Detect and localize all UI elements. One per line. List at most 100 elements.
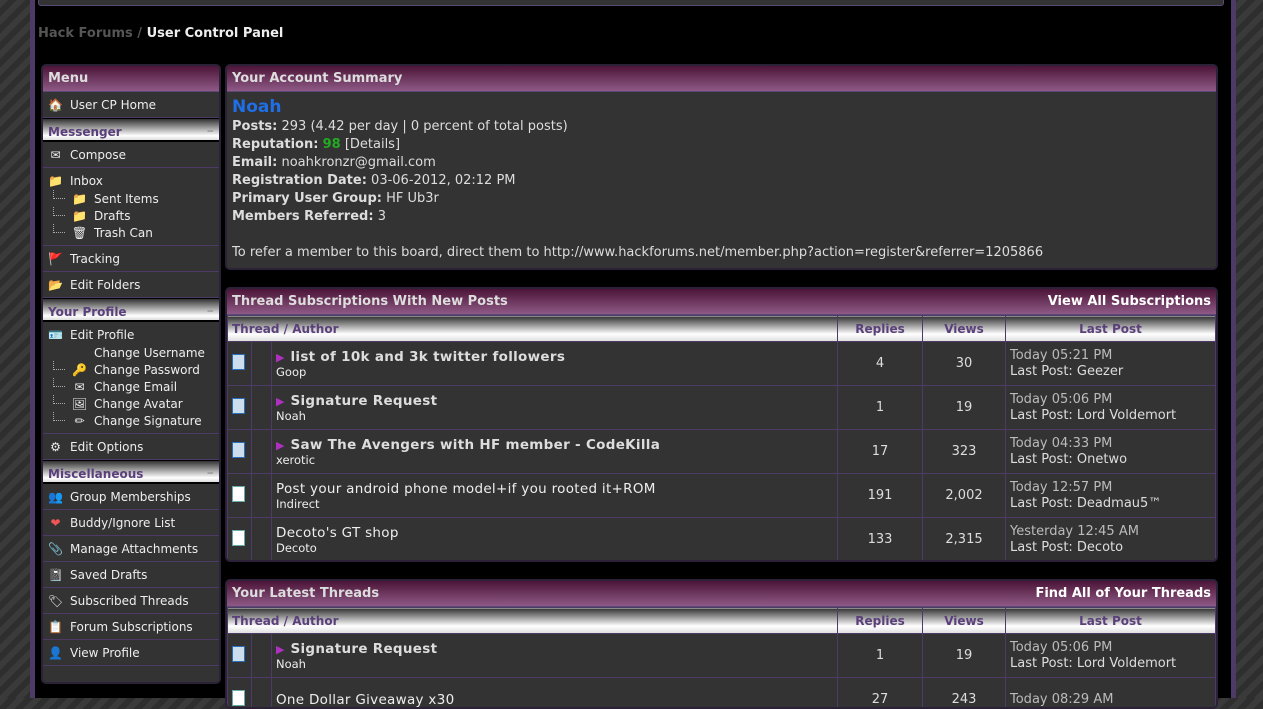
sidebar-item-edit-options[interactable]: ⚙Edit Options: [43, 434, 219, 460]
user-icon: 👤: [47, 645, 64, 660]
sidebar-item-manage-attachments[interactable]: 📎Manage Attachments: [43, 536, 219, 562]
sidebar-item-change-username[interactable]: Change Username: [43, 344, 219, 361]
column-replies[interactable]: Replies: [838, 608, 923, 634]
reputation-details-link[interactable]: [Details]: [345, 137, 400, 152]
sidebar-item-buddy-list[interactable]: ❤Buddy/Ignore List: [43, 510, 219, 536]
column-thread-author[interactable]: Thread / Author: [228, 316, 838, 342]
last-post-author[interactable]: Last Post: Deadmau5™: [1010, 496, 1215, 512]
views-count: 30: [923, 342, 1006, 386]
column-last-post[interactable]: Last Post: [1006, 608, 1216, 634]
thread-status-icon: [232, 486, 245, 502]
replies-count[interactable]: 1: [838, 634, 923, 678]
sidebar-item-edit-profile[interactable]: 🪪Edit Profile: [43, 326, 219, 344]
views-count: 243: [923, 678, 1006, 709]
find-all-threads-link[interactable]: Find All of Your Threads: [1035, 581, 1211, 606]
folder-icon: 📂: [47, 277, 64, 292]
thread-row: ▶Signature RequestNoah119Today 05:06 PML…: [228, 634, 1216, 678]
thread-title-link[interactable]: Post your android phone model+if you roo…: [276, 481, 656, 497]
sidebar-item-view-profile[interactable]: 👤View Profile: [43, 640, 219, 666]
latest-threads-table: Thread / AuthorRepliesViewsLast Post ▶ Sig…: [227, 607, 1216, 709]
new-post-arrow-icon[interactable]: ▶: [276, 351, 284, 364]
last-post-time: Today 05:06 PM: [1010, 640, 1215, 656]
last-post-time: Today 05:21 PM: [1010, 348, 1215, 364]
last-post-time: Today 12:57 PM: [1010, 480, 1215, 496]
new-post-arrow-icon[interactable]: ▶: [276, 439, 284, 452]
registration-line: Registration Date: 03-06-2012, 02:12 PM: [232, 172, 1211, 190]
replies-count[interactable]: 133: [838, 518, 923, 562]
sidebar-item-change-password[interactable]: 🔑Change Password: [43, 361, 219, 378]
id-card-icon: 🪪: [47, 328, 64, 343]
thread-author-link[interactable]: Decoto: [276, 541, 837, 555]
last-post-author[interactable]: Last Post: Onetwo: [1010, 452, 1215, 468]
replies-count[interactable]: 4: [838, 342, 923, 386]
breadcrumb-current: User Control Panel: [147, 26, 284, 41]
profile-header: Your Profile−: [43, 298, 219, 322]
breadcrumb-root[interactable]: Hack Forums: [38, 26, 133, 41]
replies-count[interactable]: 27: [838, 678, 923, 709]
sidebar-item-edit-folders[interactable]: 📂Edit Folders: [43, 272, 219, 298]
new-post-arrow-icon[interactable]: ▶: [276, 643, 284, 656]
last-post-time: Yesterday 12:45 AM: [1010, 524, 1215, 540]
sidebar-item-inbox[interactable]: 📁Inbox: [43, 172, 219, 190]
thread-row: ▶ Signature RequestNoah119Today 05:06 PML…: [228, 386, 1216, 430]
latest-threads-title: Your Latest ThreadsFind All of Your Thre…: [227, 581, 1216, 607]
sidebar-item-change-signature[interactable]: ✏Change Signature: [43, 412, 219, 429]
sidebar-item-change-avatar[interactable]: 🖼Change Avatar: [43, 395, 219, 412]
sidebar-item-drafts[interactable]: 📁Drafts: [43, 207, 219, 224]
username-link[interactable]: Noah: [232, 96, 1211, 118]
collapse-icon[interactable]: −: [206, 299, 214, 320]
views-count: 19: [923, 386, 1006, 430]
replies-count[interactable]: 17: [838, 430, 923, 474]
thread-author-link[interactable]: Noah: [276, 409, 837, 423]
sidebar-item-saved-drafts[interactable]: 📓Saved Drafts: [43, 562, 219, 588]
sidebar-item-sent-items[interactable]: 📁Sent Items: [43, 190, 219, 207]
thread-title-link[interactable]: Saw The Avengers with HF member - CodeKi…: [290, 437, 660, 453]
column-replies[interactable]: Replies: [838, 316, 923, 342]
collapse-icon[interactable]: −: [206, 119, 214, 140]
reputation-value[interactable]: 98: [323, 137, 341, 152]
top-bar: [38, 0, 1224, 6]
pencil-icon: ✏: [71, 413, 88, 428]
thread-title-link[interactable]: Signature Request: [290, 393, 437, 409]
column-last-post[interactable]: Last Post: [1006, 316, 1216, 342]
thread-author-link[interactable]: Noah: [276, 657, 837, 671]
sidebar-item-group-memberships[interactable]: 👥Group Memberships: [43, 484, 219, 510]
replies-count[interactable]: 1: [838, 386, 923, 430]
last-post-author[interactable]: Last Post: Geezer: [1010, 364, 1215, 380]
last-post-author[interactable]: Last Post: Lord Voldemort: [1010, 656, 1215, 672]
last-post-time: Today 05:06 PM: [1010, 392, 1215, 408]
thread-author-link[interactable]: Goop: [276, 365, 837, 379]
folder-icon: 📁: [47, 174, 64, 189]
thread-title-link[interactable]: Decoto's GT shop: [276, 525, 399, 541]
collapse-icon[interactable]: −: [206, 461, 214, 482]
new-post-arrow-icon[interactable]: ▶: [276, 395, 284, 408]
sidebar-item-subscribed-threads[interactable]: 🏷Subscribed Threads: [43, 588, 219, 614]
sidebar-item-forum-subscriptions[interactable]: 📋Forum Subscriptions: [43, 614, 219, 640]
sidebar-item-user-cp-home[interactable]: 🏠User CP Home: [43, 92, 219, 118]
sidebar-item-trash-can[interactable]: 🗑Trash Can: [43, 224, 219, 241]
picture-icon: 🖼: [71, 396, 88, 411]
column-views[interactable]: Views: [923, 316, 1006, 342]
column-thread-author[interactable]: Thread / Author: [228, 608, 838, 634]
group-line: Primary User Group: HF Ub3r: [232, 190, 1211, 208]
view-all-subscriptions-link[interactable]: View All Subscriptions: [1048, 289, 1211, 314]
breadcrumb-separator: /: [133, 26, 147, 41]
replies-count[interactable]: 191: [838, 474, 923, 518]
last-post-author[interactable]: Last Post: Lord Voldemort: [1010, 408, 1215, 424]
thread-status-icon: [232, 530, 245, 546]
thread-title-link[interactable]: list of 10k and 3k twitter followers: [290, 349, 565, 365]
last-post-author[interactable]: Last Post: Decoto: [1010, 540, 1215, 556]
sidebar-item-tracking[interactable]: 🚩Tracking: [43, 246, 219, 272]
thread-title-link[interactable]: Signature Request: [290, 641, 437, 657]
column-views[interactable]: Views: [923, 608, 1006, 634]
referred-line: Members Referred: 3: [232, 208, 1211, 226]
trash-icon: 🗑: [71, 225, 88, 240]
thread-title-link[interactable]: One Dollar Giveaway x30: [276, 692, 455, 708]
reputation-line: Reputation: 98 [Details]: [232, 136, 1211, 154]
sidebar-item-compose[interactable]: ✉Compose: [43, 142, 219, 168]
sidebar-item-change-email[interactable]: ✉Change Email: [43, 378, 219, 395]
thread-author-link[interactable]: Indirect: [276, 497, 837, 511]
last-post-time: Today 08:29 AM: [1010, 692, 1215, 708]
heart-icon: ❤: [47, 515, 64, 530]
thread-author-link[interactable]: xerotic: [276, 453, 837, 467]
